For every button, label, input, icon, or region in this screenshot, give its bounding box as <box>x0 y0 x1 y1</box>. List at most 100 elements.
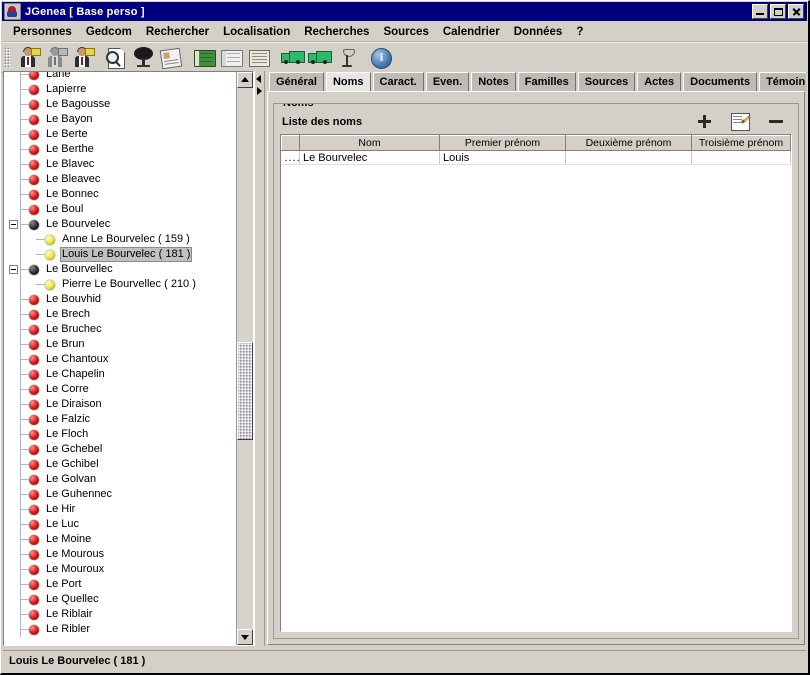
menu-item-gedcom[interactable]: Gedcom <box>79 24 139 40</box>
tree-connector <box>20 539 29 540</box>
collapse-right-icon[interactable] <box>257 87 262 95</box>
tree-surname-node[interactable]: Le Ribler <box>4 622 236 637</box>
tree-surname-node[interactable]: Lapierre <box>4 82 236 97</box>
column-header[interactable]: Nom <box>299 135 440 151</box>
tab-noms[interactable]: Noms <box>325 72 371 92</box>
tree-surname-node[interactable]: Lane <box>4 72 236 82</box>
tree-surname-node[interactable]: Le Gchibel <box>4 457 236 472</box>
column-header[interactable]: Troisième prénom <box>691 135 791 151</box>
column-header[interactable]: Premier prénom <box>439 135 566 151</box>
tab-t-moin[interactable]: Témoin <box>759 72 806 91</box>
tree-surname-node[interactable]: Le Bourvelec <box>4 217 236 232</box>
surname-tree[interactable]: Lane Lapierre Le Bagousse Le Bayon Le Berte L… <box>4 72 236 645</box>
minus-icon[interactable] <box>768 114 784 130</box>
tree-vertical-scrollbar[interactable] <box>236 72 253 645</box>
tree-surname-node[interactable]: Le Falzic <box>4 412 236 427</box>
tab-documents[interactable]: Documents <box>683 72 758 91</box>
person-detail-icon[interactable] <box>69 45 95 70</box>
tree-surname-node[interactable]: Le Riblair <box>4 607 236 622</box>
tab-actes[interactable]: Actes <box>637 72 682 91</box>
tab-even[interactable]: Even. <box>425 72 470 91</box>
plus-icon[interactable] <box>697 114 713 130</box>
menu-item-localisation[interactable]: Localisation <box>216 24 297 40</box>
column-header[interactable]: Deuxième prénom <box>565 135 692 151</box>
tree-surname-node[interactable]: Le Moine <box>4 532 236 547</box>
tree-surname-node[interactable]: Le Hir <box>4 502 236 517</box>
scroll-document-icon[interactable] <box>245 45 271 70</box>
tree-connector <box>20 329 29 330</box>
tree-surname-node[interactable]: Le Quellec <box>4 592 236 607</box>
menu-item-donn-es[interactable]: Données <box>507 24 570 40</box>
search-document-icon[interactable] <box>103 45 129 70</box>
tree-person-node[interactable]: Pierre Le Bourvellec ( 210 ) <box>4 277 236 292</box>
tab-familles[interactable]: Familles <box>517 72 576 91</box>
tree-surname-node[interactable]: Le Brech <box>4 307 236 322</box>
collapse-toggle-icon[interactable] <box>9 220 18 229</box>
tree-surname-node[interactable]: Le Bruchec <box>4 322 236 337</box>
tree-surname-node[interactable]: Le Brun <box>4 337 236 352</box>
tab-caract[interactable]: Caract. <box>372 72 424 91</box>
toolbar-grip[interactable] <box>4 46 11 69</box>
tree-person-node[interactable]: Anne Le Bourvelec ( 159 ) <box>4 232 236 247</box>
tree-surname-node[interactable]: Le Golvan <box>4 472 236 487</box>
menu-item-recherches[interactable]: Recherches <box>297 24 376 40</box>
tree-surname-node[interactable]: Le Bagousse <box>4 97 236 112</box>
tree-surname-node[interactable]: Le Diraison <box>4 397 236 412</box>
table-row[interactable]: .... Le Bourvelec Louis <box>281 150 791 165</box>
tree-surname-node[interactable]: Le Berthe <box>4 142 236 157</box>
tree-surname-node[interactable]: Le Bonnec <box>4 187 236 202</box>
info-icon[interactable] <box>367 45 393 70</box>
scroll-thumb[interactable] <box>237 342 253 440</box>
index-cards-icon[interactable] <box>157 45 183 70</box>
menu-item-sources[interactable]: Sources <box>376 24 435 40</box>
export-truck-icon[interactable] <box>279 45 305 70</box>
maximize-button[interactable] <box>770 4 786 19</box>
tree-surname-node[interactable]: Le Bouvhid <box>4 292 236 307</box>
tree-surname-node[interactable]: Le Port <box>4 577 236 592</box>
tab-sources[interactable]: Sources <box>577 72 636 91</box>
menu-item-personnes[interactable]: Personnes <box>6 24 79 40</box>
tree-surname-node[interactable]: Le Guhennec <box>4 487 236 502</box>
menu-item-[interactable]: ? <box>569 24 590 40</box>
scroll-down-button[interactable] <box>237 629 253 645</box>
menu-item-rechercher[interactable]: Rechercher <box>139 24 216 40</box>
collapse-left-icon[interactable] <box>256 75 261 83</box>
tree-surname-node[interactable]: Le Bayon <box>4 112 236 127</box>
tree-surname-node[interactable]: Le Bleavec <box>4 172 236 187</box>
tree-surname-node[interactable]: Le Bourvellec <box>4 262 236 277</box>
tree-connector <box>20 344 29 345</box>
tab-notes[interactable]: Notes <box>471 72 516 91</box>
column-header[interactable] <box>281 135 300 151</box>
surname-bullet-icon <box>29 189 39 200</box>
tree-node-label: Le Gchebel <box>46 443 103 455</box>
cell-mark: .... <box>281 150 300 165</box>
tree-surname-node[interactable]: Le Boul <box>4 202 236 217</box>
minimize-button[interactable] <box>752 4 768 19</box>
split-pane-divider[interactable] <box>254 71 265 646</box>
tree-surname-node[interactable]: Le Floch <box>4 427 236 442</box>
add-person-icon[interactable] <box>15 45 41 70</box>
tree-surname-node[interactable]: Le Mouroux <box>4 562 236 577</box>
tree-surname-node[interactable]: Le Blavec <box>4 157 236 172</box>
tree-surname-node[interactable]: Le Chapelin <box>4 367 236 382</box>
tree-surname-node[interactable]: Le Corre <box>4 382 236 397</box>
lamp-icon[interactable] <box>333 45 359 70</box>
tab-g-n-ral[interactable]: Général <box>269 72 324 91</box>
family-tree-icon[interactable] <box>130 45 156 70</box>
tree-person-node[interactable]: Louis Le Bourvelec ( 181 ) <box>4 247 236 262</box>
import-truck-icon[interactable] <box>306 45 332 70</box>
collapse-toggle-icon[interactable] <box>9 265 18 274</box>
tree-surname-node[interactable]: Le Gchebel <box>4 442 236 457</box>
tree-surname-node[interactable]: Le Mourous <box>4 547 236 562</box>
tree-surname-node[interactable]: Le Berte <box>4 127 236 142</box>
scroll-track[interactable] <box>237 88 253 629</box>
close-button[interactable] <box>788 4 804 19</box>
edit-pencil-icon[interactable] <box>731 113 750 131</box>
green-book-icon[interactable] <box>191 45 217 70</box>
tree-surname-node[interactable]: Le Chantoux <box>4 352 236 367</box>
menu-item-calendrier[interactable]: Calendrier <box>436 24 507 40</box>
scroll-up-button[interactable] <box>237 72 253 88</box>
tree-surname-node[interactable]: Le Luc <box>4 517 236 532</box>
edit-person-icon[interactable] <box>42 45 68 70</box>
white-book-icon[interactable] <box>218 45 244 70</box>
